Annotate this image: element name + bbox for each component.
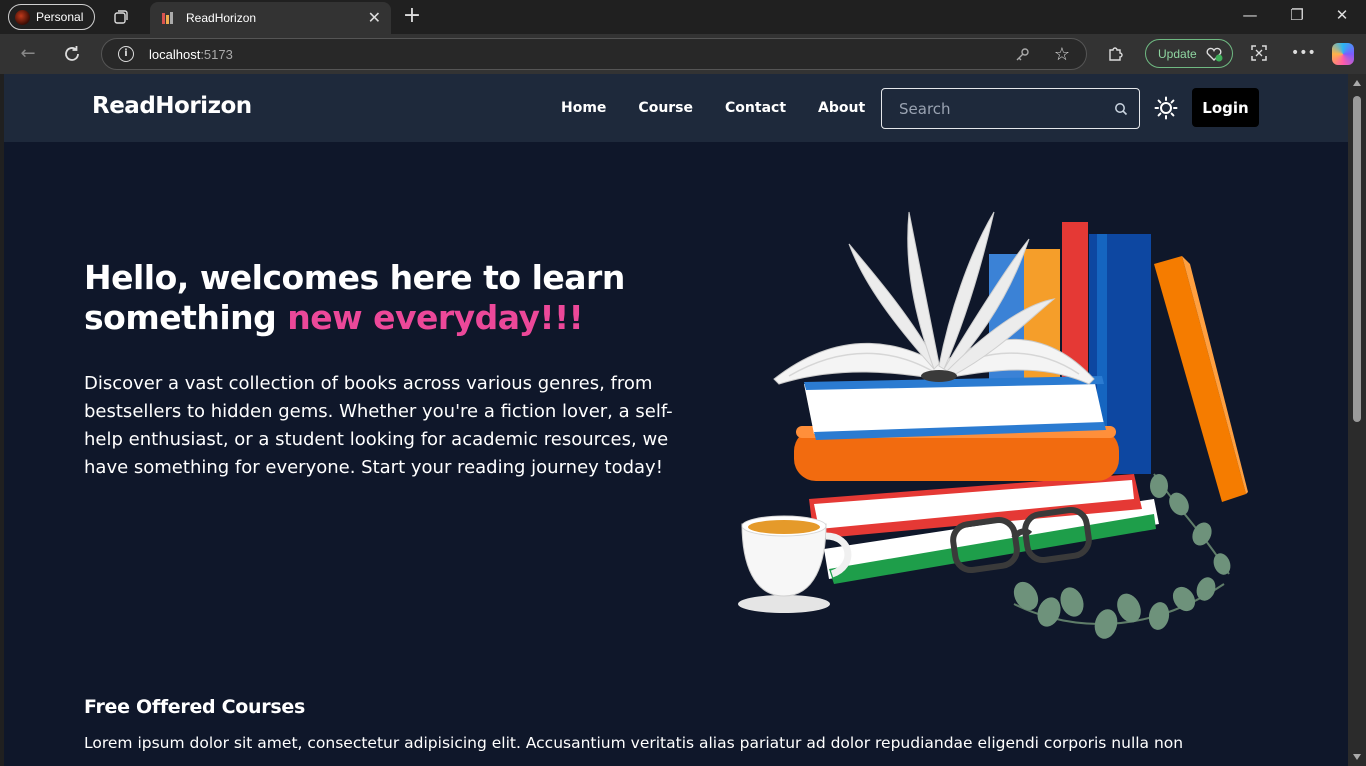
tab-readhorizon[interactable]: ReadHorizon ✕: [150, 2, 391, 34]
back-arrow-icon[interactable]: ←: [16, 42, 40, 66]
update-button[interactable]: Update: [1145, 39, 1233, 68]
page-scrollbar[interactable]: [1348, 74, 1366, 766]
hero-title-accent: new everyday!!!: [287, 298, 584, 337]
scrollbar-thumb[interactable]: [1353, 96, 1361, 422]
screenshot-icon[interactable]: [1249, 43, 1269, 63]
profile-label: Personal: [36, 10, 84, 24]
nav-link-contact[interactable]: Contact: [725, 100, 786, 116]
nav-link-about[interactable]: About: [818, 100, 865, 116]
update-label: Update: [1158, 46, 1197, 61]
hero-books-illustration: [738, 211, 1248, 639]
site-info-icon[interactable]: i: [118, 46, 134, 62]
books-favicon-icon: [162, 12, 173, 24]
login-button[interactable]: Login: [1192, 88, 1259, 127]
new-tab-button[interactable]: +: [402, 5, 422, 27]
hero-title: Hello, welcomes here to learn something …: [84, 258, 684, 338]
restore-icon[interactable]: ❐: [1285, 6, 1309, 24]
courses-section-title: Free Offered Courses: [84, 696, 305, 718]
url-text: localhost:5173: [149, 47, 233, 62]
minimize-icon[interactable]: —: [1238, 6, 1262, 24]
page-viewport: ReadHorizon Home Course Contact About Lo…: [4, 74, 1348, 766]
scroll-up-arrow-icon[interactable]: [1353, 80, 1361, 86]
copilot-icon[interactable]: [1332, 43, 1354, 65]
profile-avatar: [15, 9, 30, 25]
profile-button[interactable]: Personal: [8, 4, 95, 30]
search-box: [881, 88, 1140, 129]
nav-links: Home Course Contact About: [561, 100, 865, 116]
tab-actions-icon[interactable]: [112, 8, 130, 26]
hero-description: Discover a vast collection of books acro…: [84, 373, 673, 478]
courses-section-text: Lorem ipsum dolor sit amet, consectetur …: [84, 734, 1184, 752]
close-tab-icon[interactable]: ✕: [368, 8, 381, 28]
favorite-star-icon[interactable]: ☆: [1054, 44, 1070, 65]
theme-toggle-sun-icon[interactable]: [1154, 96, 1178, 120]
browser-toolbar: ← i localhost:5173 ☆ Update •••: [0, 34, 1366, 74]
health-heart-icon: [1206, 47, 1223, 61]
nav-link-course[interactable]: Course: [638, 100, 693, 116]
nav-link-home[interactable]: Home: [561, 100, 606, 116]
site-brand-logo[interactable]: ReadHorizon: [92, 93, 252, 119]
browser-tab-bar: Personal ReadHorizon ✕ + — ❐ ✕: [0, 0, 1366, 34]
password-key-icon[interactable]: [1014, 47, 1030, 63]
tab-title: ReadHorizon: [186, 11, 257, 25]
scroll-down-arrow-icon[interactable]: [1353, 754, 1361, 760]
extensions-puzzle-icon[interactable]: [1107, 44, 1125, 62]
site-navbar: ReadHorizon Home Course Contact About Lo…: [4, 74, 1348, 142]
address-bar[interactable]: i localhost:5173 ☆: [101, 38, 1087, 70]
refresh-icon[interactable]: [60, 42, 84, 66]
close-window-icon[interactable]: ✕: [1330, 6, 1354, 24]
search-icon[interactable]: [1114, 102, 1128, 116]
more-options-icon[interactable]: •••: [1291, 43, 1316, 63]
search-input[interactable]: [891, 97, 1103, 121]
